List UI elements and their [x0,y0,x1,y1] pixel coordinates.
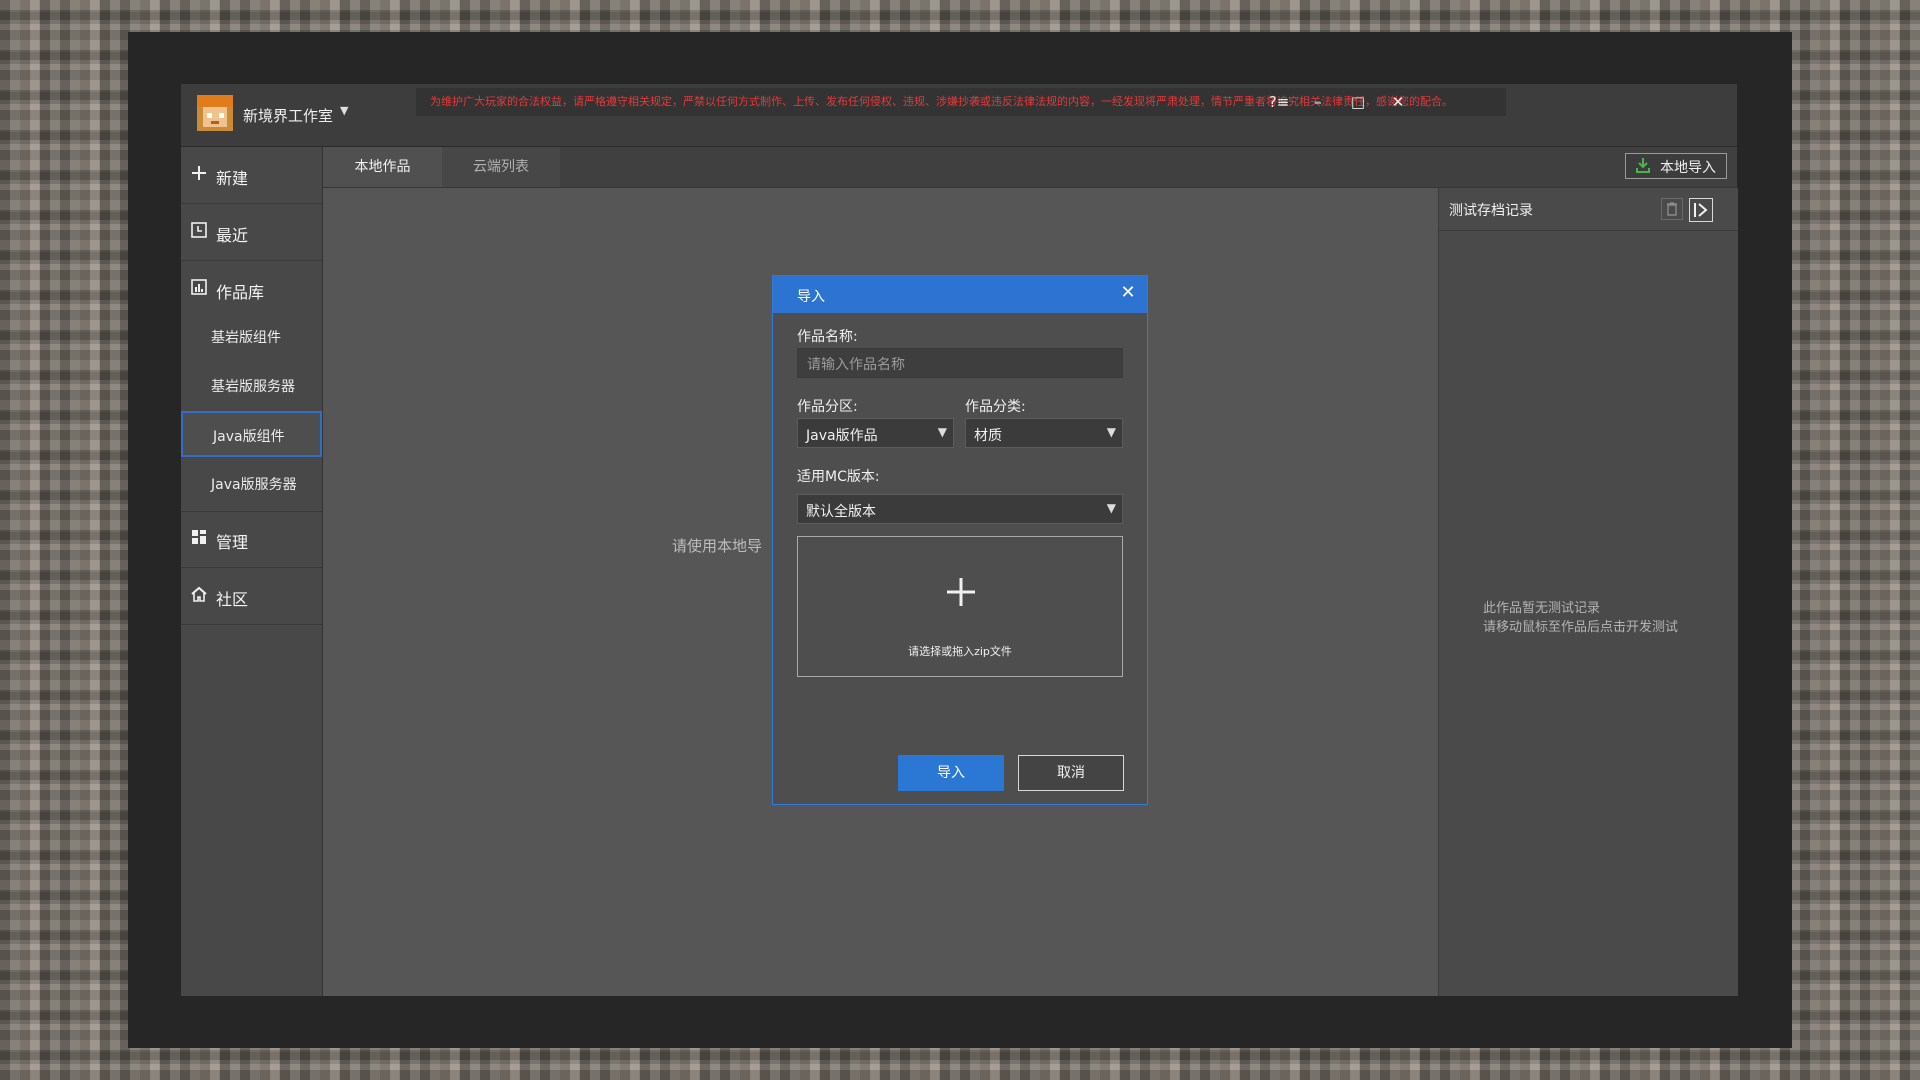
sidebar-item-community[interactable]: 社区 [181,568,322,625]
sidebar: 新建 最近 作品库 基岩版组件 基岩版服务器 Java版组件 Java版服务器 … [181,147,323,996]
download-icon [1636,158,1650,173]
empty-record-text: 此作品暂无测试记录 [1483,601,1601,616]
tab-cloud-list[interactable]: 云端列表 [442,147,560,187]
help-icon[interactable]: ?≡ [1259,90,1299,114]
sidebar-item-new[interactable]: 新建 [181,147,322,204]
local-import-button[interactable]: 本地导入 [1625,153,1727,179]
trash-icon[interactable] [1661,198,1683,220]
sidebar-item-recent[interactable]: 最近 [181,204,322,261]
close-icon[interactable]: ✕ [1378,90,1418,114]
dialog-title: 导入 [797,289,825,305]
work-name-placeholder: 请输入作品名称 [807,357,905,373]
home-icon [191,586,207,602]
sidebar-sub-label: 基岩版服务器 [211,379,295,395]
work-name-input[interactable]: 请输入作品名称 [797,348,1123,378]
test-record-title: 测试存档记录 [1449,203,1533,219]
library-icon [191,279,207,295]
studio-name[interactable]: 新境界工作室 [243,105,333,126]
studio-dropdown-icon[interactable]: ▼ [340,104,348,117]
clock-icon [191,222,207,238]
test-record-header: 测试存档记录 [1439,188,1738,231]
plus-icon [947,578,975,606]
maximize-icon[interactable]: □ [1338,90,1378,114]
close-icon[interactable]: ✕ [1119,284,1137,302]
sidebar-sub-bedrock-component[interactable]: 基岩版组件 [181,314,322,360]
zip-dropzone[interactable]: 请选择或拖入zip文件 [797,536,1123,677]
sidebar-item-label: 新建 [216,169,249,188]
plus-icon [192,166,206,180]
minimize-icon[interactable]: – [1298,90,1338,114]
sidebar-item-library[interactable]: 作品库 [181,261,322,318]
collapse-panel-icon[interactable] [1689,198,1713,222]
cancel-button[interactable]: 取消 [1018,755,1124,791]
studio-avatar[interactable] [197,95,233,131]
sidebar-sub-label: Java版组件 [213,429,285,445]
empty-record-hint: 请移动鼠标至作品后点击开发测试 [1483,620,1679,635]
category-select[interactable]: 材质 ▼ [965,418,1123,448]
version-label: 适用MC版本: [797,469,880,485]
dropzone-text: 请选择或拖入zip文件 [908,645,1012,658]
sidebar-sub-bedrock-server[interactable]: 基岩版服务器 [181,363,322,409]
sidebar-item-manage[interactable]: 管理 [181,511,322,568]
sidebar-item-label: 最近 [216,226,249,245]
local-import-label: 本地导入 [1660,160,1716,176]
category-select-value: 材质 [974,428,1002,444]
dashboard-icon [192,530,206,544]
chevron-down-icon: ▼ [937,425,947,439]
name-label: 作品名称: [797,329,858,345]
sidebar-sub-java-component[interactable]: Java版组件 [181,411,322,457]
category-label: 作品分类: [965,399,1026,415]
dialog-header: 导入 ✕ [773,276,1147,313]
tab-local-works[interactable]: 本地作品 [323,147,442,187]
sidebar-item-label: 作品库 [216,283,265,302]
sidebar-item-label: 社区 [216,590,249,609]
title-bar: 新境界工作室 ▼ 为维护广大玩家的合法权益，请严格遵守相关规定，严禁以任何方式制… [181,84,1737,147]
zone-select[interactable]: Java版作品 ▼ [797,418,954,448]
chevron-down-icon: ▼ [1106,501,1116,515]
tab-bar: 本地作品 云端列表 本地导入 [323,147,1737,188]
confirm-import-button[interactable]: 导入 [898,755,1004,791]
version-select-value: 默认全版本 [806,504,876,520]
import-dialog: 导入 ✕ 作品名称: 请输入作品名称 作品分区: Java版作品 ▼ 作品分类:… [772,275,1148,805]
sidebar-item-label: 管理 [216,533,249,552]
sidebar-sub-label: Java版服务器 [211,477,297,493]
version-select[interactable]: 默认全版本 ▼ [797,494,1123,524]
sidebar-sub-java-server[interactable]: Java版服务器 [181,461,322,512]
empty-hint: 请使用本地导 [672,537,763,555]
zone-select-value: Java版作品 [806,428,878,444]
chevron-down-icon: ▼ [1106,425,1116,439]
test-record-panel: 测试存档记录 此作品暂无测试记录 请移动鼠标至作品后点击开发测试 [1438,188,1738,996]
zone-label: 作品分区: [797,399,858,415]
sidebar-sub-label: 基岩版组件 [211,330,281,346]
